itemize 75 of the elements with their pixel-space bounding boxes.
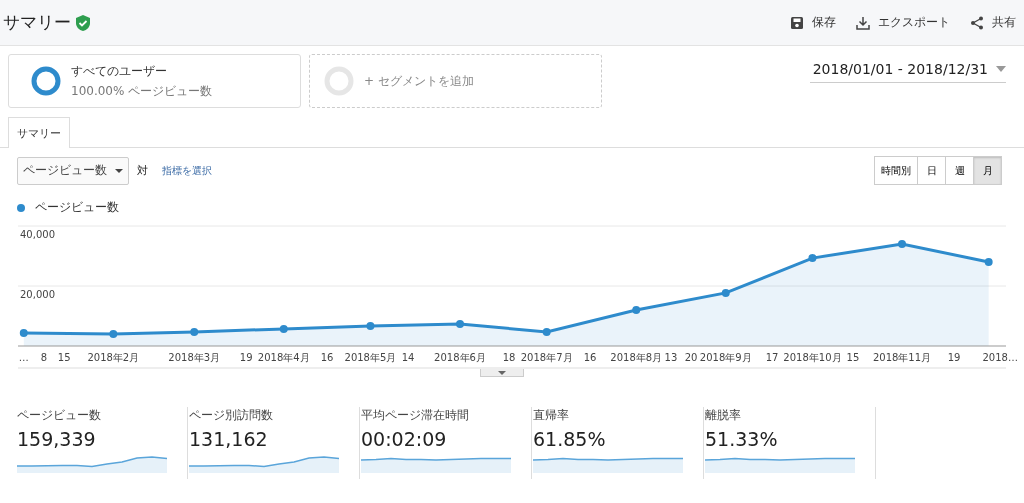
segment-detail: 100.00% ページビュー数 — [71, 82, 213, 100]
metric-label: 離脱率 — [705, 407, 742, 424]
legend-label: ページビュー数 — [35, 199, 119, 216]
x-axis-label: 15 — [57, 352, 71, 363]
x-axis-label: 2018… — [982, 352, 1018, 363]
data-point[interactable] — [279, 324, 288, 333]
data-point[interactable] — [542, 327, 551, 336]
data-point[interactable] — [721, 288, 730, 297]
metric-value: 51.33% — [705, 428, 779, 450]
share-icon — [970, 15, 984, 30]
empty-ring-icon — [324, 66, 354, 96]
collapse-handle[interactable] — [479, 369, 524, 377]
date-range-picker[interactable]: 2018/01/01 - 2018/12/31 — [809, 56, 1006, 83]
data-point[interactable] — [109, 330, 118, 338]
x-axis-label: 2018年3月 — [168, 352, 221, 363]
segment-name: + セグメントを追加 — [364, 72, 474, 90]
data-point[interactable] — [190, 327, 199, 336]
caret-icon — [115, 168, 123, 173]
metric-value: 00:02:09 — [361, 428, 448, 450]
x-axis-label: 19 — [947, 352, 961, 363]
x-axis-label: … — [18, 352, 29, 363]
metric-label: 直帰率 — [533, 407, 570, 424]
x-axis-label: 8 — [40, 352, 48, 363]
caret-icon — [996, 66, 1006, 72]
data-point[interactable] — [898, 240, 906, 248]
x-axis-label: 15 — [846, 352, 860, 363]
x-axis-label: 2018年7月 — [520, 352, 573, 363]
x-axis-label: 17 — [765, 352, 779, 363]
x-axis-label: 2018年5月 — [344, 352, 397, 363]
metric-label: ページ別訪問数 — [189, 407, 274, 424]
metric-value: 61.85% — [533, 428, 607, 450]
x-axis-label: 2018年10月 — [783, 352, 842, 363]
x-axis-label: 18 — [502, 352, 516, 363]
x-axis-label: 2018年11月 — [872, 352, 932, 363]
metric-label: 平均ページ滞在時間 — [361, 407, 470, 424]
choose-metric-link[interactable]: 指標を選択 — [162, 163, 212, 178]
versus-label: 対 — [137, 163, 148, 178]
page-title: サマリー — [3, 11, 71, 34]
data-point[interactable] — [366, 321, 375, 330]
data-point[interactable] — [456, 320, 464, 329]
x-axis-label: 2018年2月 — [87, 352, 140, 363]
x-axis-label: 2018年4月 — [257, 352, 310, 363]
share-button[interactable]: 共有 — [970, 14, 1016, 31]
tab[interactable]: サマリー — [8, 117, 70, 148]
export-button[interactable]: エクスポート — [856, 14, 950, 31]
granularity-button[interactable]: 日 — [917, 156, 946, 185]
segment-card[interactable]: すべてのユーザー 100.00% ページビュー数 — [8, 54, 301, 108]
save-button[interactable]: 保存 — [790, 14, 836, 31]
x-axis-label: 19 — [239, 352, 253, 363]
x-axis-label: 20 — [684, 352, 698, 363]
download-icon — [856, 15, 870, 30]
x-axis-label: 16 — [583, 352, 597, 363]
metric-label: ページビュー数 — [17, 407, 102, 424]
y-axis-label: 40,000 — [20, 229, 55, 240]
data-point[interactable] — [984, 258, 993, 266]
data-point[interactable] — [632, 306, 641, 314]
data-point[interactable] — [19, 329, 28, 338]
granularity-button[interactable]: 時間別 — [874, 156, 918, 185]
metric-dropdown[interactable]: ページビュー数 — [17, 156, 129, 185]
caret-icon — [497, 370, 506, 375]
y-axis-label: 20,000 — [20, 289, 55, 300]
add-segment-card[interactable]: + セグメントを追加 — [309, 54, 602, 108]
x-axis-label: 14 — [401, 352, 415, 363]
granularity-button[interactable]: 週 — [945, 156, 974, 185]
x-axis-label: 16 — [320, 352, 334, 363]
metric-value: 159,339 — [17, 428, 97, 450]
x-axis-label: 2018年6月 — [434, 352, 486, 363]
x-axis-label: 13 — [664, 352, 678, 363]
data-point[interactable] — [808, 254, 817, 263]
x-axis-label: 2018年9月 — [699, 352, 752, 363]
segment-name: すべてのユーザー — [71, 62, 168, 80]
x-axis-label: 2018年8月 — [610, 352, 663, 363]
ring-icon — [31, 66, 61, 96]
granularity-button[interactable]: 月 — [973, 156, 1002, 185]
metric-value: 131,162 — [189, 428, 269, 450]
